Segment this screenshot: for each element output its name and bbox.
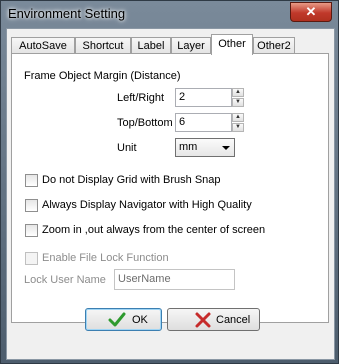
tab-other[interactable]: Other: [211, 34, 253, 55]
no-grid-label: Do not Display Grid with Brush Snap: [42, 174, 221, 186]
title-bar[interactable]: Environment Setting ✕: [1, 1, 338, 27]
environment-setting-dialog: Environment Setting ✕ AutoSave Shortcut …: [0, 0, 339, 364]
unit-select[interactable]: mm: [175, 138, 235, 157]
ok-label: OK: [132, 314, 148, 326]
tab-label[interactable]: Label: [131, 37, 171, 54]
lock-user-label: Lock User Name: [24, 274, 106, 286]
ok-button[interactable]: OK: [85, 308, 162, 331]
lock-user-input[interactable]: UserName: [114, 269, 235, 290]
top-bottom-input[interactable]: 6: [175, 113, 232, 132]
other-tab-panel: Frame Object Margin (Distance) Left/Righ…: [11, 53, 329, 323]
cancel-label: Cancel: [216, 314, 251, 326]
window-title: Environment Setting: [8, 6, 126, 21]
left-right-spinner[interactable]: ▲ ▼: [232, 88, 244, 108]
tab-shortcut[interactable]: Shortcut: [75, 37, 131, 54]
margin-heading: Frame Object Margin (Distance): [24, 70, 181, 82]
dialog-body: AutoSave Shortcut Label Layer Other Othe…: [6, 28, 335, 360]
tab-other2[interactable]: Other2: [253, 37, 295, 54]
tab-autosave[interactable]: AutoSave: [11, 37, 75, 54]
navigator-checkbox[interactable]: [25, 199, 38, 212]
close-button[interactable]: ✕: [290, 2, 332, 22]
tab-layer[interactable]: Layer: [171, 37, 211, 54]
top-bottom-spinner[interactable]: ▲ ▼: [232, 113, 244, 133]
unit-label: Unit: [117, 142, 137, 154]
chevron-down-icon: [222, 146, 230, 150]
cancel-button[interactable]: Cancel: [167, 308, 260, 331]
file-lock-checkbox[interactable]: [25, 252, 38, 265]
left-right-input[interactable]: 2: [175, 88, 232, 107]
checkmark-icon: [108, 312, 126, 327]
spin-down-icon[interactable]: ▼: [232, 123, 244, 132]
top-bottom-value: 6: [179, 116, 186, 128]
zoom-center-label: Zoom in ,out always from the center of s…: [42, 224, 266, 236]
left-right-label: Left/Right: [117, 92, 165, 104]
cancel-x-icon: [195, 312, 211, 328]
left-right-value: 2: [179, 91, 186, 103]
zoom-center-checkbox[interactable]: [25, 224, 38, 237]
no-grid-checkbox[interactable]: [25, 174, 38, 187]
spin-up-icon[interactable]: ▲: [232, 88, 244, 97]
spin-down-icon[interactable]: ▼: [232, 98, 244, 107]
file-lock-label: Enable File Lock Function: [42, 252, 169, 264]
unit-value: mm: [179, 141, 198, 153]
top-bottom-label: Top/Bottom: [117, 117, 173, 129]
navigator-label: Always Display Navigator with High Quali…: [42, 199, 252, 211]
spin-up-icon[interactable]: ▲: [232, 113, 244, 122]
lock-user-value: UserName: [118, 273, 171, 285]
